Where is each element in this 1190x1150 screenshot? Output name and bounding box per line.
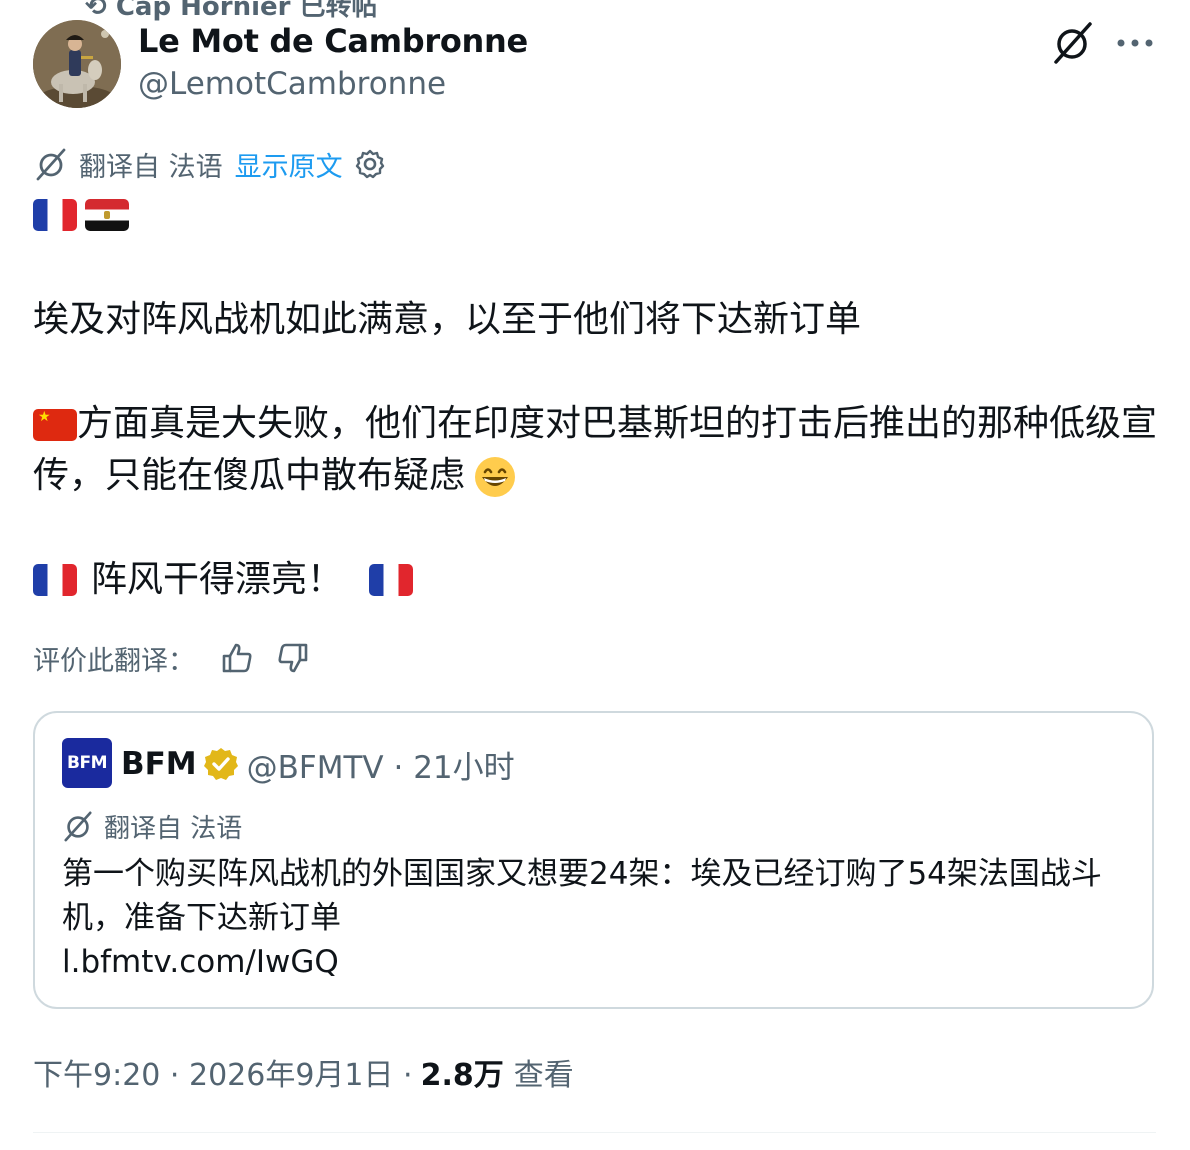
thumbs-up-button[interactable] [217, 638, 257, 678]
show-original-link[interactable]: 显示原文 [235, 145, 343, 184]
translate-icon [62, 809, 96, 843]
avatar[interactable] [33, 20, 121, 108]
verified-badge-icon [203, 746, 239, 782]
tweet-timestamp[interactable]: 下午9:20 · 2026年9月1日 · [33, 1050, 413, 1094]
thumbs-down-button[interactable] [273, 638, 313, 678]
grinning-face-emoji [475, 457, 516, 497]
china-flag-emoji [33, 409, 77, 441]
quoted-tweet-link[interactable]: l.bfmtv.com/IwGQ [62, 940, 1122, 984]
tweet-text-line2-content: 方面真是大失败，他们在印度对巴基斯坦的打击后推出的那种低级宣传，只能在傻瓜中散布… [33, 403, 1158, 496]
egypt-flag-emoji [85, 199, 129, 231]
quoted-handle-time: @BFMTV · 21小时 [246, 749, 515, 786]
translate-icon [1054, 22, 1092, 64]
france-flag-emoji [33, 199, 77, 231]
translate-toggle-button[interactable] [1050, 20, 1096, 66]
quoted-translation-label: 翻译自 法语 [104, 813, 243, 844]
rate-translation: 评价此翻译： [33, 638, 313, 678]
tweet-text-line3: 阵风干得漂亮！ [33, 554, 414, 606]
flags-row [33, 199, 129, 231]
repost-text: Cap Hornier 已转帖 [115, 0, 378, 22]
gear-icon [355, 149, 384, 179]
translate-icon [33, 146, 69, 182]
quoted-display-name[interactable]: BFM [121, 746, 197, 782]
user-handle[interactable]: @LemotCambronne [138, 66, 446, 102]
quoted-translation-info: 翻译自 法语 [62, 808, 242, 844]
avatar-image [33, 20, 121, 108]
france-flag-emoji [369, 564, 414, 596]
tweet-meta: 下午9:20 · 2026年9月1日 · 2.8万 查看 [33, 1050, 574, 1094]
more-button[interactable] [1112, 20, 1158, 66]
view-count: 2.8万 [420, 1058, 504, 1093]
divider [33, 1132, 1156, 1133]
view-count-label: 查看 [513, 1058, 574, 1093]
quoted-tweet-text: 第一个购买阵风战机的外国国家又想要24架：埃及已经订购了54架法国战斗机，准备下… [62, 852, 1122, 984]
display-name[interactable]: Le Mot de Cambronne [138, 22, 528, 60]
quoted-tweet-body: 第一个购买阵风战机的外国国家又想要24架：埃及已经订购了54架法国战斗机，准备下… [62, 856, 1102, 936]
translation-settings-button[interactable] [353, 147, 387, 181]
translation-label: 翻译自 法语 [79, 151, 223, 183]
tweet-text-line1: 埃及对阵风战机如此满意，以至于他们将下达新订单 [33, 299, 862, 340]
bfm-avatar[interactable]: BFM [62, 738, 112, 788]
thumbs-up-icon [222, 643, 252, 673]
france-flag-emoji [33, 564, 77, 596]
translation-info: 翻译自 法语 显示原文 [33, 144, 387, 184]
tweet-text-line2: 方面真是大失败，他们在印度对巴基斯坦的打击后推出的那种低级宣传，只能在傻瓜中散布… [33, 398, 1158, 502]
more-icon [1117, 39, 1153, 47]
repost-header[interactable]: ⟲ Cap Hornier 已转帖 [85, 0, 378, 23]
repost-icon: ⟲ [85, 0, 116, 22]
thumbs-down-icon [278, 643, 308, 673]
quoted-tweet-header: BFM @BFMTV · 21小时 [121, 742, 515, 786]
rate-translation-label: 评价此翻译： [33, 645, 195, 677]
tweet-text-line3-content: 阵风干得漂亮！ [91, 559, 344, 600]
